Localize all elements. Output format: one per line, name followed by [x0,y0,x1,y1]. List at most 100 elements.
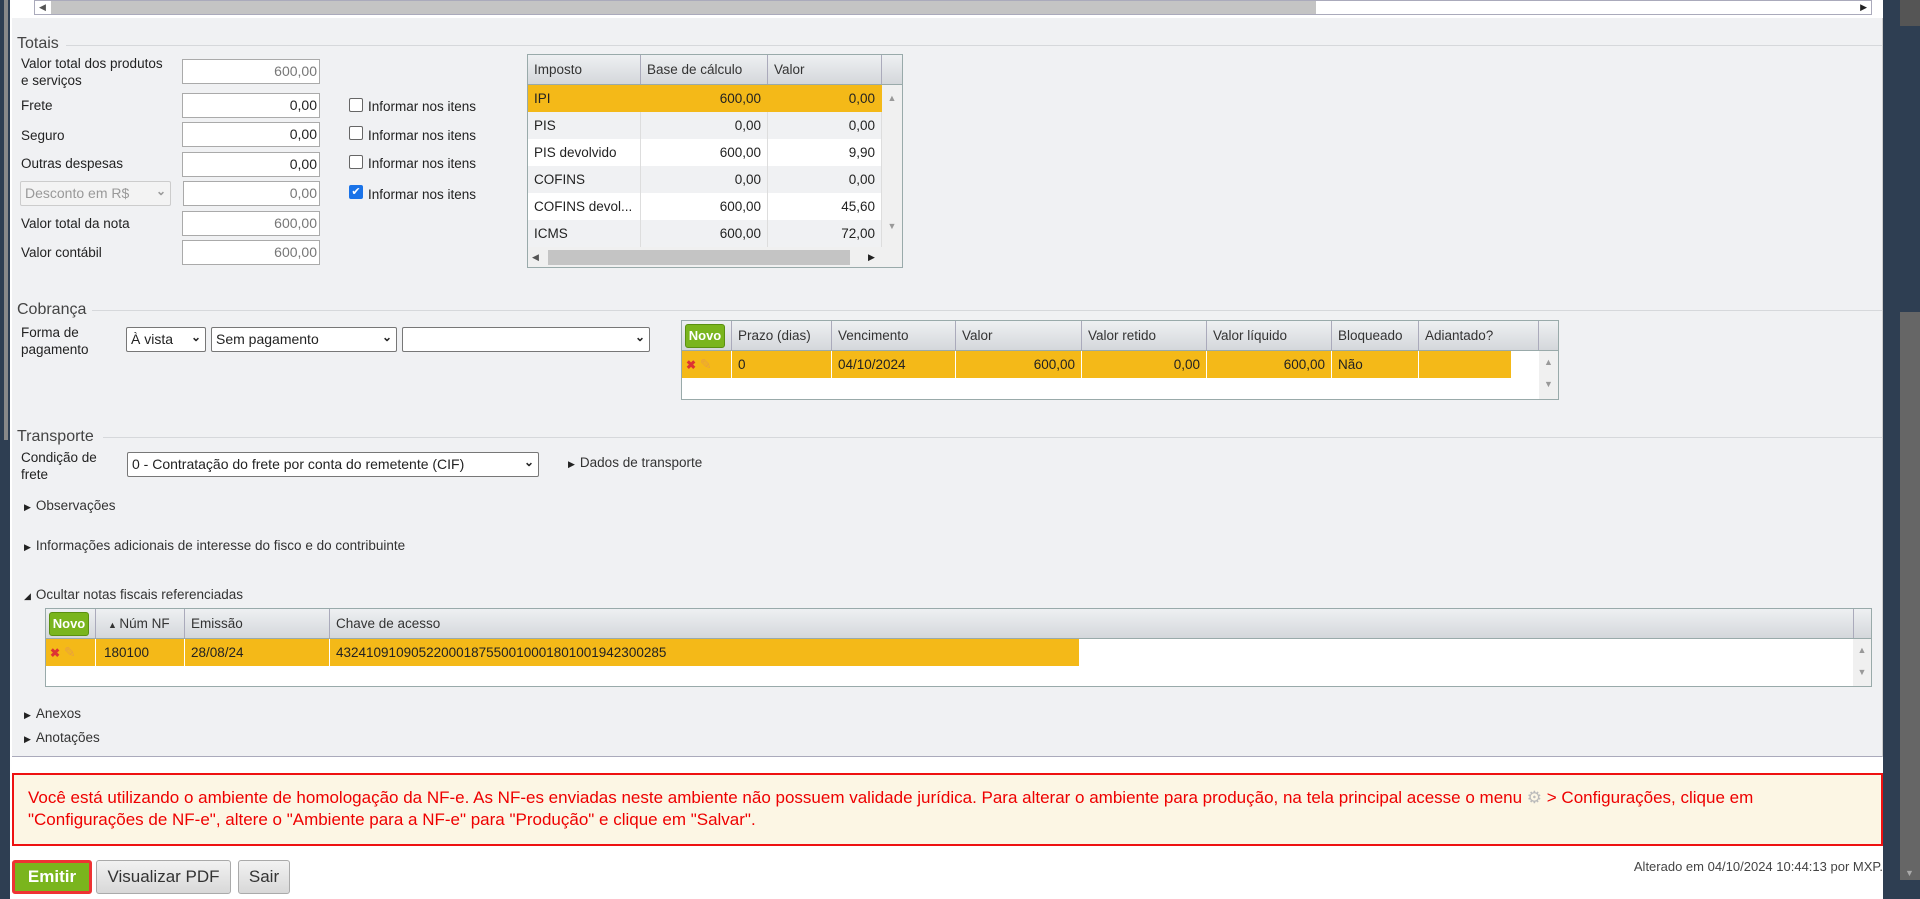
dados-transporte-toggle[interactable]: ▶ Dados de transporte [568,455,702,470]
cell: COFINS [528,166,641,193]
condicao-frete-label: Condição de frete [21,450,97,482]
cell: 600,00 [641,139,768,166]
col-adiantado[interactable]: Adiantado? [1419,321,1539,350]
valor-total-nota-field[interactable]: 600,00 [182,211,320,236]
desconto-field[interactable]: 0,00 [183,181,320,206]
vertical-scrollbar[interactable]: ▲ ▼ [1539,351,1558,399]
emitir-button[interactable]: Emitir [12,860,92,894]
table-row[interactable]: COFINS 0,00 0,00 [528,166,882,193]
anotacoes-toggle[interactable]: ▶ Anotações [24,730,100,745]
vertical-scrollbar[interactable]: ▲ ▼ [1853,639,1871,686]
novo-parcela-button[interactable]: Novo [685,324,725,348]
col-base[interactable]: Base de cálculo [641,55,768,84]
conta-select[interactable]: ⌄ [402,327,650,352]
items-horizontal-scrollbar[interactable]: ◀ ▶ [34,0,1872,15]
cell: 0,00 [768,112,882,139]
label-frete: Frete [21,98,53,113]
scroll-right-icon[interactable]: ▶ [1860,2,1867,13]
valor-produtos-field[interactable]: 600,00 [182,59,320,84]
outras-informar-checkbox[interactable] [349,155,363,169]
last-modified-text: Alterado em 04/10/2024 10:44:13 por MXP. [1633,859,1883,874]
scroll-up-icon[interactable]: ▲ [1539,357,1558,367]
scroll-down-icon[interactable]: ▼ [1539,379,1558,389]
col-emissao[interactable]: Emissão [185,609,330,638]
col-imposto[interactable]: Imposto [528,55,641,84]
gear-icon: ⚙ [1526,788,1543,807]
col-valor-liquido[interactable]: Valor líquido [1207,321,1332,350]
table-row[interactable]: PIS devolvido 600,00 9,90 [528,139,882,166]
toggle-label: Dados de transporte [579,455,703,470]
observacoes-toggle[interactable]: ▶ Observações [24,498,115,513]
table-row[interactable]: IPI 600,00 0,00 [528,85,882,112]
parcelas-table: Novo Prazo (dias) Vencimento Valor Valor… [681,320,1559,400]
cell: 0,00 [1082,351,1207,378]
table-row[interactable]: ✖ ✎ 180100 28/08/24 43241091090522000187… [46,639,1080,666]
scroll-up-icon[interactable]: ▲ [1853,645,1871,655]
label-outras-despesas: Outras despesas [21,156,124,171]
condicao-frete-select[interactable]: 0 - Contratação do frete por conta do re… [127,452,539,477]
label-valor-total-nota: Valor total da nota [21,216,130,231]
table-row[interactable]: COFINS devol... 600,00 45,60 [528,193,882,220]
table-row[interactable]: ✖ ✎ 0 04/10/2024 600,00 0,00 600,00 Não [682,351,1512,378]
scroll-up-icon[interactable]: ▲ [882,93,902,103]
col-valor-retido[interactable]: Valor retido [1082,321,1207,350]
cell: 45,60 [768,193,882,220]
expand-triangle-icon: ▶ [24,542,31,552]
frete-field[interactable]: 0,00 [182,93,320,118]
sair-button[interactable]: Sair [238,860,290,894]
selected-value: À vista [131,331,174,347]
col-valor[interactable]: Valor [768,55,882,84]
col-prazo[interactable]: Prazo (dias) [732,321,832,350]
desconto-type-value: Desconto em R$ [25,185,130,201]
col-vencimento[interactable]: Vencimento [832,321,956,350]
cell: 72,00 [768,220,882,247]
forma-pagamento-select[interactable]: À vista ⌄ [126,327,206,352]
cell: 0,00 [641,166,768,193]
scrollbar-thumb[interactable] [548,250,850,265]
table-header: Imposto Base de cálculo Valor [528,55,902,85]
cell [1419,351,1512,378]
expand-triangle-icon: ▶ [24,734,31,744]
outras-despesas-field[interactable]: 0,00 [182,152,320,177]
scrollbar-thumb[interactable] [51,1,1316,14]
anexos-toggle[interactable]: ▶ Anexos [24,706,81,721]
desconto-informar-checkbox[interactable]: ✔ [349,185,363,199]
frete-informar-checkbox[interactable] [349,98,363,112]
chevron-down-icon: ⌄ [190,330,201,344]
valor-contabil-field[interactable]: 600,00 [182,240,320,265]
tax-vertical-scrollbar[interactable]: ▲ ▼ [882,85,902,247]
ocultar-notas-toggle[interactable]: ◢ Ocultar notas fiscais referenciadas [24,587,243,602]
meio-pagamento-select[interactable]: Sem pagamento ⌄ [211,327,397,352]
edit-pencil-icon[interactable]: ✎ [64,644,76,660]
table-row[interactable]: ICMS 600,00 72,00 [528,220,882,247]
scroll-right-icon[interactable]: ▶ [868,252,875,263]
info-adicionais-toggle[interactable]: ▶ Informações adicionais de interesse do … [24,538,405,553]
novo-cell: Novo [682,321,732,350]
cell: 600,00 [641,85,768,112]
seguro-informar-checkbox[interactable] [349,126,363,140]
novo-nf-button[interactable]: Novo [49,612,89,636]
scroll-left-icon[interactable]: ◀ [39,2,46,13]
col-valor[interactable]: Valor [956,321,1082,350]
tax-horizontal-scrollbar[interactable]: ◀ ▶ [528,247,902,267]
cell: PIS [528,112,641,139]
cell: 0 [732,351,832,378]
edit-pencil-icon[interactable]: ✎ [700,356,712,372]
col-bloqueado[interactable]: Bloqueado [1332,321,1419,350]
expand-triangle-icon: ▶ [24,502,31,512]
seguro-field[interactable]: 0,00 [182,122,320,147]
table-header: Novo ▲ Núm NF Emissão Chave de acesso [46,609,1871,639]
page-scrollbar-thumb[interactable]: ▼ [1900,312,1920,880]
expand-triangle-icon: ▶ [568,459,575,469]
col-chave[interactable]: Chave de acesso [330,609,1854,638]
col-num-nf[interactable]: ▲ Núm NF [96,609,185,638]
delete-icon[interactable]: ✖ [50,646,60,660]
desconto-type-select[interactable]: Desconto em R$ ⌄ [20,181,171,206]
delete-icon[interactable]: ✖ [686,358,696,372]
visualizar-pdf-button[interactable]: Visualizar PDF [96,860,231,894]
scroll-left-icon[interactable]: ◀ [532,252,539,263]
checkmark-icon: ✔ [351,186,361,198]
scroll-down-icon[interactable]: ▼ [1853,667,1871,677]
scroll-down-icon[interactable]: ▼ [882,221,902,231]
table-row[interactable]: PIS 0,00 0,00 [528,112,882,139]
